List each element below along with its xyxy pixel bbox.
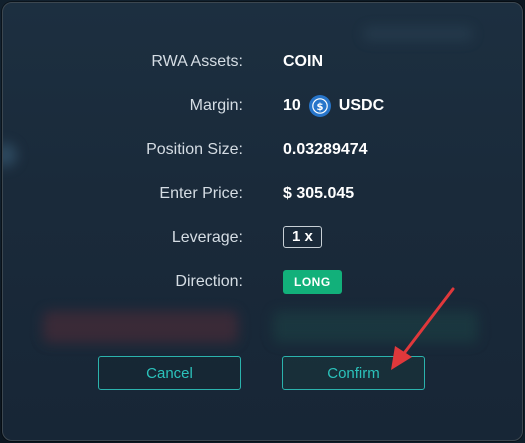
position-size-value: 0.03289474 [283,141,368,158]
position-size-row: Position Size: 0.03289474 [3,138,522,162]
rwa-assets-row: RWA Assets: COIN [3,50,522,74]
direction-row: Direction: LONG [3,270,522,294]
long-direction-badge: LONG [283,270,342,294]
confirm-button[interactable]: Confirm [282,356,425,390]
background-buy-button-blur [273,311,478,343]
margin-currency: USDC [338,97,385,114]
svg-text:$: $ [316,102,323,113]
leverage-label: Leverage: [171,229,243,246]
background-header-blur [363,27,473,41]
rwa-assets-label: RWA Assets: [151,53,243,70]
position-size-label: Position Size: [146,141,243,158]
direction-label: Direction: [175,273,243,290]
confirm-order-dialog: RWA Assets: COIN Margin: 10 $ USDC Posit… [2,2,523,441]
direction-value: LONG [283,270,342,294]
enter-price-label: Enter Price: [159,185,243,202]
leverage-value: 1 x [283,226,322,248]
cancel-button[interactable]: Cancel [98,356,241,390]
enter-price-value: $ 305.045 [283,185,355,202]
margin-amount: 10 [283,97,301,114]
margin-value: 10 $ USDC [283,94,384,118]
usdc-coin-icon: $ [308,95,331,117]
leverage-row: Leverage: 1 x [3,226,522,250]
margin-label: Margin: [189,97,243,114]
leverage-badge: 1 x [283,226,322,248]
margin-row: Margin: 10 $ USDC [3,94,522,118]
rwa-assets-value: COIN [283,53,323,70]
background-sell-button-blur [43,311,238,343]
enter-price-row: Enter Price: $ 305.045 [3,182,522,206]
